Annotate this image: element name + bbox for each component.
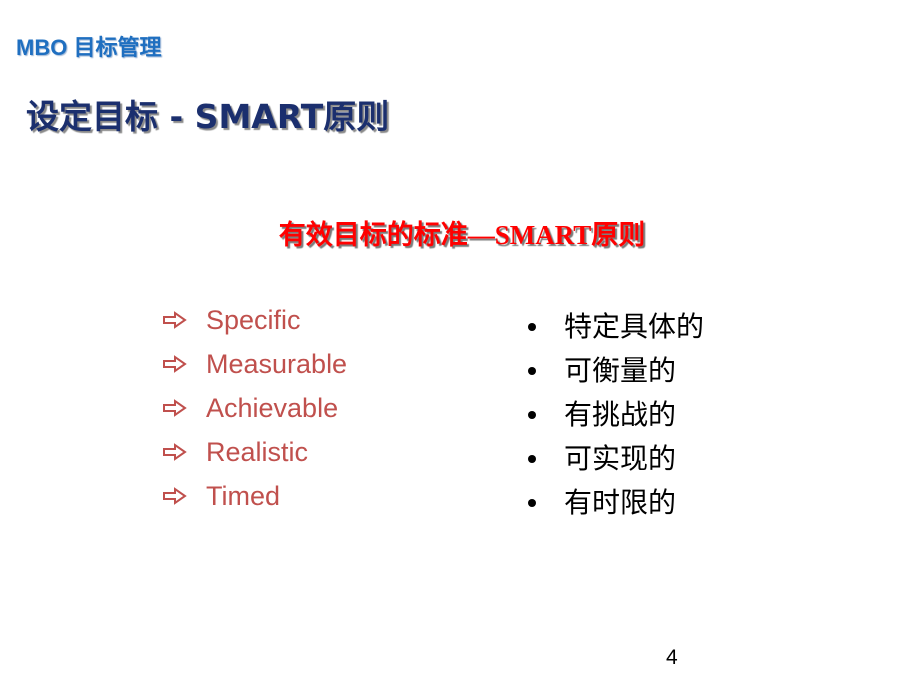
slide-subtitle: 有效目标的标准—SMART原则 bbox=[278, 220, 646, 250]
list-item: Specific bbox=[162, 298, 347, 342]
list-item: Timed bbox=[162, 474, 347, 518]
page-number: 4 bbox=[666, 646, 678, 669]
list-item: Measurable bbox=[162, 342, 347, 386]
list-item: Realistic bbox=[162, 430, 347, 474]
list-item-label: Realistic bbox=[206, 437, 309, 467]
hollow-right-arrow-icon bbox=[162, 443, 192, 461]
list-item: 可实现的 bbox=[522, 437, 704, 481]
smart-chinese-list: 特定具体的 可衡量的 有挑战的 可实现的 有时限的 bbox=[522, 305, 704, 525]
list-item-label: 有挑战的 bbox=[564, 398, 677, 431]
list-item: 可衡量的 bbox=[522, 349, 704, 393]
smart-english-list: Specific Measurable Achievable Realistic… bbox=[162, 298, 347, 518]
bullet-dot-icon bbox=[528, 411, 536, 419]
list-item-label: 可实现的 bbox=[564, 442, 677, 475]
hollow-right-arrow-icon bbox=[162, 487, 192, 505]
list-item: Achievable bbox=[162, 386, 347, 430]
list-item-label: 特定具体的 bbox=[564, 310, 705, 343]
bullet-dot-icon bbox=[528, 323, 536, 331]
slide-title: 设定目标 - SMART原则 bbox=[26, 97, 390, 136]
list-item-label: 可衡量的 bbox=[564, 354, 677, 387]
hollow-right-arrow-icon bbox=[162, 355, 192, 373]
hollow-right-arrow-icon bbox=[162, 399, 192, 417]
bullet-dot-icon bbox=[528, 455, 536, 463]
list-item-label: Timed bbox=[206, 481, 281, 511]
brand-label: MBO 目标管理 bbox=[16, 35, 162, 60]
list-item-label: 有时限的 bbox=[564, 486, 677, 519]
list-item: 有挑战的 bbox=[522, 393, 704, 437]
slide: MBO 目标管理 设定目标 - SMART原则 有效目标的标准—SMART原则 … bbox=[0, 0, 920, 690]
bullet-dot-icon bbox=[528, 367, 536, 375]
list-item-label: Measurable bbox=[206, 349, 348, 379]
list-item: 有时限的 bbox=[522, 481, 704, 525]
bullet-dot-icon bbox=[528, 499, 536, 507]
hollow-right-arrow-icon bbox=[162, 311, 192, 329]
list-item: 特定具体的 bbox=[522, 305, 704, 349]
list-item-label: Specific bbox=[206, 305, 301, 335]
list-item-label: Achievable bbox=[206, 393, 339, 423]
